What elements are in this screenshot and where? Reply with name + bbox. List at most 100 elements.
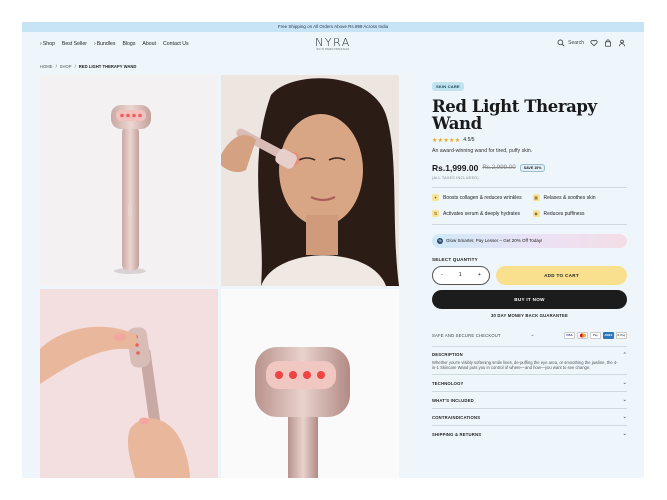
benefit-item: ✦ Boosts collagen & reduces wrinkles <box>432 194 527 202</box>
taxes-note: (ALL TAXES INCLUDED) <box>432 175 479 180</box>
navbar: › Shop Best Seller › Bundles Blogs About C… <box>22 32 644 56</box>
accordion-title: DESCRIPTION <box>432 351 463 357</box>
nav-link-contact[interactable]: Contact Us <box>163 41 189 47</box>
description-text: Whether you're visibly softening smile l… <box>432 359 618 370</box>
benefit-item: ◉ Reduces puffiness <box>532 210 628 218</box>
chevron-down-icon: ⌄ <box>622 414 627 421</box>
gallery-image-wand-standing[interactable] <box>40 75 218 286</box>
visa-icon: VISA <box>564 331 575 339</box>
breadcrumb-home[interactable]: HOME <box>40 64 53 69</box>
price-row: Rs.1,999.00 Rs.2,999.00 SAVE 10% <box>432 163 627 173</box>
serum-icon: ⇅ <box>432 210 439 218</box>
accordion-title: SHIPPING & RETURNS <box>432 431 482 437</box>
buy-row: - 1 + ADD TO CART <box>432 265 627 285</box>
quantity-value[interactable]: 1 <box>459 272 462 278</box>
wand-closeup-illustration <box>221 289 399 478</box>
breadcrumb-shop[interactable]: SHOP <box>60 64 72 69</box>
benefit-label: Relaxes & soothes skin <box>543 194 596 201</box>
cart-bag-icon[interactable] <box>604 39 612 47</box>
original-price: Rs.2,999.00 <box>482 164 516 172</box>
accordion-title: WHAT'S INCLUDED <box>432 397 474 403</box>
amex-icon: AMEX <box>603 331 614 339</box>
accordion-technology[interactable]: TECHNOLOGY ⌄ <box>432 374 627 391</box>
nav-link-blogs[interactable]: Blogs <box>122 41 135 47</box>
chevron-down-icon: › <box>40 41 42 47</box>
wand-in-hands-illustration <box>40 289 218 478</box>
nav-link-best-seller[interactable]: Best Seller <box>62 41 87 47</box>
rating-stars-icon: ★★★★★ <box>432 137 461 144</box>
announcement-bar: Free Shipping on All Orders Above Rs.999… <box>22 22 644 32</box>
accordion-whats-included[interactable]: WHAT'S INCLUDED ⌄ <box>432 391 627 408</box>
page-frame: Free Shipping on All Orders Above Rs.999… <box>22 22 644 478</box>
search-icon <box>557 39 565 47</box>
product-info: SKIN CARE Red Light Therapy Wand ★★★★★ 4… <box>432 75 627 442</box>
accordion-title: CONTRAINDICATIONS <box>432 414 481 420</box>
brand-logo[interactable]: NYRA SKIN PERFORMANCE <box>315 36 351 51</box>
quantity-stepper: - 1 + <box>432 265 490 285</box>
gallery-image-model-face[interactable] <box>221 75 399 286</box>
chevron-down-icon: ⌄ <box>530 332 535 339</box>
breadcrumb-current: RED LIGHT THERAPY WAND <box>78 64 137 69</box>
divider <box>432 186 627 188</box>
sparkle-icon: ✦ <box>432 194 439 202</box>
mastercard-icon <box>577 331 588 339</box>
benefit-label: Boosts collagen & reduces wrinkles <box>443 194 522 201</box>
breadcrumb: HOME / SHOP / RED LIGHT THERAPY WAND <box>40 64 136 69</box>
benefit-item: ⇅ Activates serum & deeply hydrates <box>432 210 527 218</box>
chevron-down-icon: ⌄ <box>622 380 627 387</box>
nav-link-shop[interactable]: › Shop <box>40 41 55 47</box>
buy-now-button[interactable]: BUY IT NOW <box>432 289 627 309</box>
search-label: Search <box>568 40 584 46</box>
account-user-icon[interactable] <box>618 39 626 47</box>
add-to-cart-button[interactable]: ADD TO CART <box>496 265 627 285</box>
wand-standing-illustration <box>111 105 151 274</box>
puffiness-icon: ◉ <box>532 210 540 218</box>
wishlist-heart-icon[interactable] <box>590 39 598 47</box>
breadcrumb-separator: / <box>55 64 57 69</box>
product-rating: ★★★★★ 4.5/5 <box>432 137 627 144</box>
benefit-label: Reduces puffiness <box>543 210 585 217</box>
save-badge: SAVE 10% <box>519 163 546 172</box>
product-accordion: DESCRIPTION ⌃ Whether you're visibly soft… <box>432 345 627 443</box>
category-tag[interactable]: SKIN CARE <box>432 82 464 91</box>
benefit-item: ▦ Relaxes & soothes skin <box>532 194 628 202</box>
promo-banner[interactable]: % Glow Smarter, Pay Lesser – Get 20% Off… <box>432 233 627 248</box>
gallery-image-wand-closeup[interactable] <box>221 289 399 478</box>
increase-quantity-button[interactable]: + <box>478 272 481 278</box>
logo-subtitle: SKIN PERFORMANCE <box>316 48 350 51</box>
sale-price: Rs.1,999.00 <box>432 162 479 173</box>
rating-value: 4.5/5 <box>463 137 475 144</box>
accordion-shipping-returns[interactable]: SHIPPING & RETURNS ⌄ <box>432 425 627 442</box>
chevron-down-icon: › <box>93 41 96 47</box>
promo-text: Glow Smarter, Pay Lesser – Get 20% Off T… <box>446 238 543 244</box>
google-pay-icon: G Pay <box>616 331 627 339</box>
chevron-down-icon: ⌄ <box>622 431 627 438</box>
nav-link-about[interactable]: About <box>142 41 156 47</box>
nav-link-bundles[interactable]: › Bundles <box>94 41 115 47</box>
accordion-title: TECHNOLOGY <box>432 380 464 386</box>
guarantee-text: 30 DAY MONEY BACK GUARANTEE <box>491 312 568 318</box>
quantity-label: SELECT QUANTITY <box>432 256 478 262</box>
relax-icon: ▦ <box>532 194 540 202</box>
product-title: Red Light Therapy Wand <box>432 97 597 134</box>
chevron-up-icon: ⌃ <box>622 351 627 358</box>
payment-methods: VISA Pay AMEX G Pay <box>564 331 627 339</box>
secure-checkout-row: SAFE AND SECURE CHECKOUT ⌄ VISA Pay AMEX… <box>432 331 627 339</box>
model-using-wand-illustration <box>221 75 399 286</box>
promo-icon: % <box>437 237 443 244</box>
breadcrumb-separator: / <box>74 64 76 69</box>
gallery-image-wand-in-hands[interactable] <box>40 289 218 478</box>
nav-links: › Shop Best Seller › Bundles Blogs About C… <box>40 41 189 47</box>
nav-actions: Search <box>557 39 626 47</box>
chevron-down-icon: ⌄ <box>622 397 627 404</box>
apple-pay-icon: Pay <box>590 331 601 339</box>
divider <box>432 224 627 225</box>
product-tagline: An award-winning wand for tired, puffy s… <box>432 147 533 154</box>
accordion-contraindications[interactable]: CONTRAINDICATIONS ⌄ <box>432 408 627 425</box>
product-gallery <box>40 75 399 478</box>
accordion-description[interactable]: DESCRIPTION ⌃ Whether you're visibly soft… <box>432 345 627 375</box>
secure-checkout-label: SAFE AND SECURE CHECKOUT <box>432 332 501 338</box>
benefit-label: Activates serum & deeply hydrates <box>443 210 520 217</box>
decrease-quantity-button[interactable]: - <box>441 272 443 278</box>
search-button[interactable]: Search <box>557 39 584 47</box>
